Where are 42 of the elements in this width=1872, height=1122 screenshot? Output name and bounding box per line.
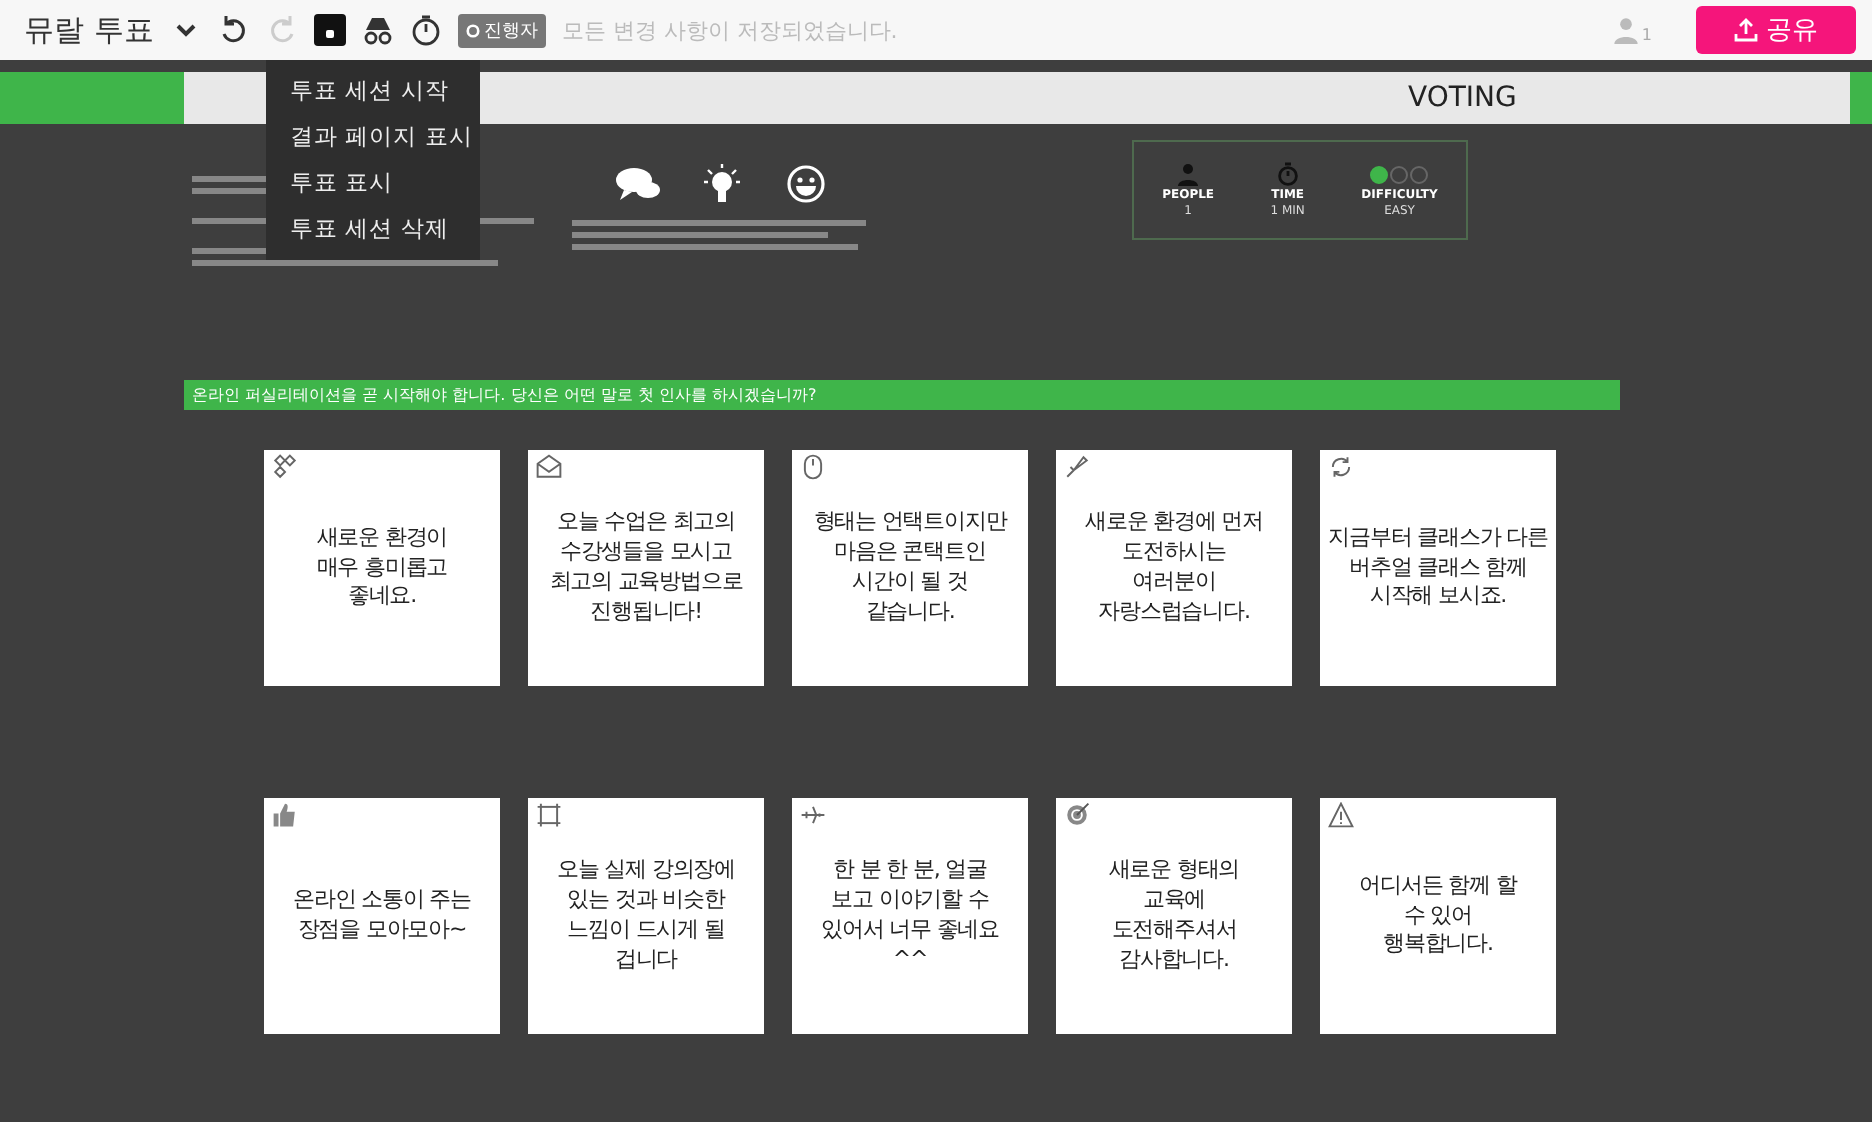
sticky-note[interactable]: 새로운 환경에 먼저 도전하시는 여러분이 자랑스럽습니다. bbox=[1056, 450, 1292, 686]
smiley-icon bbox=[782, 164, 830, 204]
thumbs-up-icon bbox=[272, 802, 298, 828]
board-title: 뮤랄 투표 bbox=[24, 11, 154, 49]
menu-item[interactable]: 투표 세션 시작 bbox=[266, 68, 480, 114]
sticky-note[interactable]: 새로운 형태의 교육에 도전해주셔서 감사합니다. bbox=[1056, 798, 1292, 1034]
menu-item[interactable]: 결과 페이지 표시 bbox=[266, 114, 480, 160]
voting-button[interactable] bbox=[313, 14, 346, 46]
role-badge: 진행자 bbox=[457, 13, 546, 47]
gear-icon bbox=[465, 23, 480, 37]
sticky-note[interactable]: 새로운 환경이 매우 흥미롭고 좋네요. bbox=[264, 450, 500, 686]
menu-item[interactable]: 투표 표시 bbox=[266, 160, 480, 206]
warning-icon bbox=[1328, 802, 1354, 828]
undo-icon[interactable] bbox=[217, 14, 250, 46]
refresh-icon bbox=[1328, 454, 1354, 480]
sticky-note[interactable]: 어디서든 함께 할 수 있어 행복합니다. bbox=[1320, 798, 1556, 1034]
timer-icon[interactable] bbox=[409, 14, 442, 46]
sticky-note[interactable]: 형태는 언택트이지만 마음은 콘택트인 시간이 될 것 같습니다. bbox=[792, 450, 1028, 686]
share-button[interactable]: 공유 bbox=[1696, 6, 1856, 54]
person-icon bbox=[1176, 162, 1201, 186]
board-heading: VOTING bbox=[1408, 82, 1517, 114]
sticky-note[interactable]: 지금부터 클래스가 다른 버추얼 클래스 함께 시작해 보시죠. bbox=[1320, 450, 1556, 686]
sticky-note[interactable]: 온라인 소통이 주는 장점을 모아모아~ bbox=[264, 798, 500, 1034]
envelope-icon bbox=[536, 454, 562, 480]
question-banner: 온라인 퍼실리테이션을 곧 시작해야 합니다. 당신은 어떤 말로 첫 인사를 하시겠습니까? bbox=[184, 380, 1620, 410]
sticky-note[interactable]: 한 분 한 분, 얼굴 보고 이야기할 수 있어서 너무 좋네요 ^^ bbox=[792, 798, 1028, 1034]
diamonds-icon bbox=[272, 454, 298, 480]
incognito-icon[interactable] bbox=[361, 14, 394, 46]
frame-icon bbox=[536, 802, 562, 828]
sticky-note[interactable]: 오늘 실제 강의장에 있는 것과 비슷한 느낌이 드시게 될 겁니다 bbox=[528, 798, 764, 1034]
stopwatch-icon bbox=[1275, 162, 1300, 186]
save-status: 모든 변경 사항이 저장되었습니다. bbox=[561, 15, 898, 45]
upload-icon bbox=[1734, 18, 1758, 42]
person-icon bbox=[1611, 16, 1640, 44]
mouse-icon bbox=[800, 454, 826, 480]
accent-bar bbox=[1850, 72, 1872, 124]
lightbulb-icon bbox=[698, 164, 746, 204]
sticky-note[interactable]: 오늘 수업은 최고의 수강생들을 모시고 최고의 교육방법으로 진행됩니다! bbox=[528, 450, 764, 686]
airplane-icon bbox=[800, 802, 826, 828]
menu-item[interactable]: 투표 세션 삭제 bbox=[266, 206, 480, 252]
target-icon bbox=[1064, 802, 1090, 828]
speech-bubbles-icon bbox=[614, 164, 662, 204]
